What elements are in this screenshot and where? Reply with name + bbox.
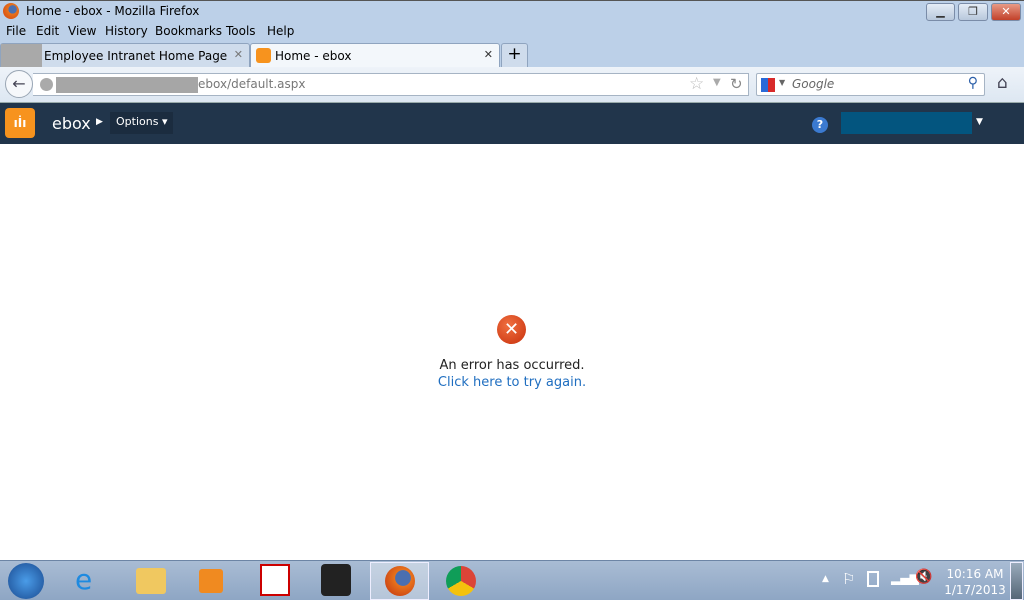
google-icon[interactable] bbox=[761, 78, 775, 92]
tab-employee-intranet[interactable]: Employee Intranet Home Page ✕ bbox=[0, 43, 250, 68]
help-icon[interactable]: ? bbox=[812, 117, 828, 133]
ebox-favicon bbox=[256, 48, 271, 63]
show-desktop-button[interactable] bbox=[1010, 562, 1023, 600]
redacted-user-menu[interactable] bbox=[841, 112, 972, 134]
menu-bar: File Edit View History Bookmarks Tools H… bbox=[0, 22, 1024, 42]
firefox-icon bbox=[3, 3, 19, 19]
error-message: An error has occurred. bbox=[439, 358, 585, 373]
volume-muted-icon[interactable]: 🔇 bbox=[915, 569, 932, 585]
close-button[interactable]: ✕ bbox=[991, 3, 1021, 21]
app-header: ıİı ebox ▶ Options ▾ ? ▼ bbox=[0, 103, 1024, 144]
tab-strip: Employee Intranet Home Page ✕ Home - ebo… bbox=[0, 42, 1024, 68]
chrome-icon[interactable] bbox=[446, 566, 476, 596]
clock[interactable]: 10:16 AM 1/17/2013 bbox=[940, 566, 1010, 598]
error-icon: ✕ bbox=[497, 315, 526, 344]
back-button[interactable]: ← bbox=[5, 70, 33, 98]
firefox-icon bbox=[385, 566, 415, 596]
action-center-flag-icon[interactable]: ⚐ bbox=[842, 570, 855, 588]
tab-close-icon[interactable]: ✕ bbox=[234, 48, 243, 61]
menu-history[interactable]: History bbox=[105, 24, 148, 38]
menu-edit[interactable]: Edit bbox=[36, 24, 59, 38]
menu-view[interactable]: View bbox=[68, 24, 96, 38]
retry-link[interactable]: Click here to try again. bbox=[438, 375, 586, 390]
url-dropdown-icon[interactable]: ▼ bbox=[713, 77, 721, 88]
clock-time: 10:16 AM bbox=[946, 567, 1004, 581]
redacted-favicon bbox=[1, 44, 42, 68]
app-title[interactable]: ebox bbox=[52, 114, 91, 133]
show-hidden-icons[interactable]: ▲ bbox=[822, 574, 829, 584]
window-titlebar: Home - ebox - Mozilla Firefox ▁ ❐ ✕ bbox=[0, 0, 1024, 22]
redacted-url-host bbox=[56, 77, 198, 93]
breadcrumb-arrow-icon: ▶ bbox=[96, 117, 103, 127]
menu-bookmarks[interactable]: Bookmarks bbox=[155, 24, 222, 38]
search-engine-dropdown-icon[interactable]: ▼ bbox=[779, 78, 785, 87]
bookmark-star-icon[interactable]: ☆ bbox=[689, 74, 704, 94]
media-player-icon[interactable] bbox=[199, 569, 223, 593]
restore-button[interactable]: ❐ bbox=[958, 3, 988, 21]
user-menu-dropdown-icon[interactable]: ▼ bbox=[976, 117, 983, 127]
taskbar: e ▲ ⚐ ▂▄▆ 🔇 10:16 AM 1/17/2013 bbox=[0, 560, 1024, 600]
internet-explorer-icon[interactable]: e bbox=[75, 564, 105, 596]
filezilla-icon[interactable] bbox=[260, 564, 290, 596]
tab-label: Employee Intranet Home Page bbox=[44, 49, 228, 63]
menu-help[interactable]: Help bbox=[267, 24, 294, 38]
home-icon[interactable]: ⌂ bbox=[997, 73, 1008, 93]
page-content: ✕ An error has occurred. Click here to t… bbox=[0, 144, 1024, 560]
window-title: Home - ebox - Mozilla Firefox bbox=[26, 4, 200, 18]
reload-icon[interactable]: ↻ bbox=[730, 75, 743, 93]
url-text: ebox/default.aspx bbox=[198, 77, 306, 91]
url-bar[interactable]: ebox/default.aspx ☆ ▼ ↻ bbox=[33, 73, 749, 96]
power-icon[interactable] bbox=[867, 571, 879, 587]
firefox-taskbar-button[interactable] bbox=[370, 562, 429, 600]
minimize-button[interactable]: ▁ bbox=[926, 3, 955, 21]
globe-icon bbox=[40, 78, 53, 91]
navigation-bar: ebox/default.aspx ☆ ▼ ↻ ← ▼ Google ⚲ ⌂ bbox=[0, 67, 1024, 103]
start-button[interactable] bbox=[8, 563, 44, 599]
menu-tools[interactable]: Tools bbox=[226, 24, 256, 38]
tab-label: Home - ebox bbox=[275, 49, 352, 63]
menu-file[interactable]: File bbox=[6, 24, 26, 38]
clock-date: 1/17/2013 bbox=[944, 583, 1006, 597]
options-label: Options bbox=[116, 115, 159, 128]
new-tab-button[interactable]: + bbox=[501, 43, 528, 68]
search-icon[interactable]: ⚲ bbox=[968, 75, 978, 91]
search-input[interactable]: Google bbox=[792, 77, 834, 91]
tab-close-icon[interactable]: ✕ bbox=[484, 48, 493, 61]
options-menu[interactable]: Options ▾ bbox=[110, 112, 174, 134]
ebox-logo-icon[interactable]: ıİı bbox=[5, 108, 35, 138]
file-explorer-icon[interactable] bbox=[136, 568, 166, 594]
tab-home-ebox[interactable]: Home - ebox ✕ bbox=[250, 43, 500, 68]
media-app-icon[interactable] bbox=[321, 564, 351, 596]
search-bar[interactable]: ▼ Google ⚲ bbox=[756, 73, 985, 96]
